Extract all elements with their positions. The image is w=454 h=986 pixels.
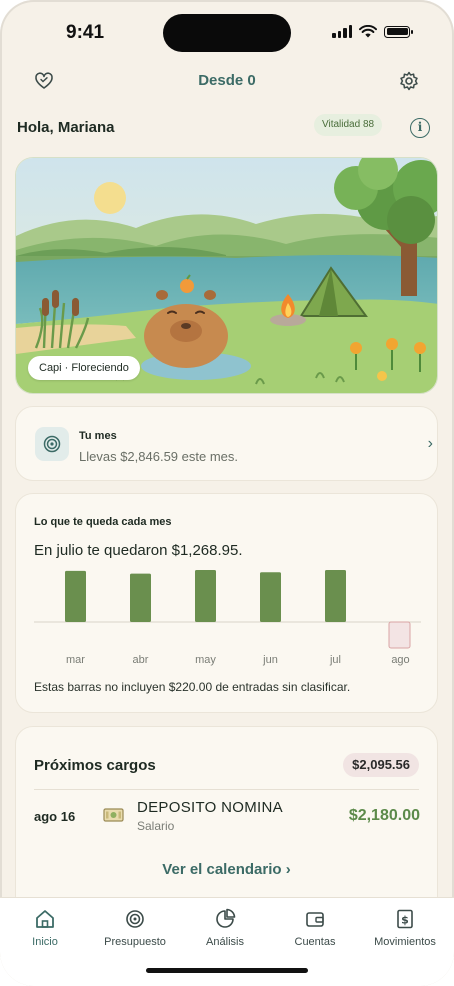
tab-label: Presupuesto [104,936,166,948]
tab-cuentas[interactable]: Cuentas [270,908,360,948]
chart-tick-label: mar [66,654,85,666]
chart-note: Estas barras no incluyen $220.00 de entr… [34,680,351,694]
chart-tick-label: jul [329,654,341,666]
tab-label: Movimientos [374,936,436,948]
top-nav: Desde 0 [0,66,454,96]
target-icon [35,427,69,461]
greeting-text: Hola, Mariana [17,119,115,136]
cash-icon [103,808,124,822]
phone-screen: 9:41 Desde 0 Hola, Mariana Vitalidad 88 … [0,0,454,986]
chart-bar-jun[interactable] [260,572,281,622]
chart-bar-may[interactable] [195,570,216,622]
leftover-chart-card: Lo que te queda cada mes En julio te que… [15,493,438,713]
month-title: Tu mes [79,430,117,442]
vitality-badge: Vitalidad 88 [314,114,383,136]
chart-summary: En julio te quedaron $1,268.95. [34,542,243,559]
tab-presupuesto[interactable]: Presupuesto [90,908,180,948]
status-bar: 9:41 [0,0,454,62]
chart-bar-abr[interactable] [130,573,151,622]
pie-chart-icon [216,908,236,928]
charges-total-badge: $2,095.56 [343,753,419,777]
chart-tick-label: abr [133,654,149,666]
chart-tick-label: ago [391,654,409,666]
status-icons [332,25,413,38]
charge-date: ago 16 [34,809,76,824]
tab-analisis[interactable]: Análisis [180,908,270,948]
status-time: 9:41 [66,22,105,43]
upcoming-charges-card: Próximos cargos $2,095.56 ago 16 DEPOSIT… [15,726,438,902]
view-calendar-link[interactable]: Ver el calendario › [16,861,437,878]
wallet-icon [306,912,324,927]
chart-bar-ago[interactable] [388,621,411,649]
bar-chart: mar abr may jun jul ago [34,570,421,666]
chart-bar-mar[interactable] [65,570,86,622]
svg-text:$: $ [401,914,409,927]
tab-label: Análisis [206,936,244,948]
battery-icon [384,25,413,38]
charge-amount: $2,180.00 [348,807,420,824]
chart-tick-label: jun [262,654,278,666]
tab-label: Inicio [32,936,58,948]
home-icon [36,910,54,928]
tab-label: Cuentas [294,936,336,948]
receipt-icon: $ [397,909,413,929]
tab-movimientos[interactable]: $ Movimientos [360,908,450,948]
home-indicator [146,968,308,973]
app-title: Desde 0 [198,72,256,89]
wifi-icon [359,25,377,38]
pet-status-tag: Capi · Floreciendo [28,356,140,380]
charges-title: Próximos cargos [34,757,156,774]
target-icon [126,910,144,928]
charge-category: Salario [137,819,175,833]
gear-icon[interactable] [398,70,420,92]
divider [34,789,419,790]
chevron-right-icon: › [427,435,433,452]
chart-bar-jul[interactable] [325,570,346,622]
tab-inicio[interactable]: Inicio [0,908,90,948]
info-icon[interactable]: i [410,118,430,138]
chart-tick-label: may [195,654,216,666]
dynamic-island [163,14,291,52]
charge-name: DEPOSITO NOMINA [137,799,283,816]
month-card[interactable]: Tu mes Llevas $2,846.59 este mes. › [15,406,438,481]
signal-icon [332,25,352,38]
month-subtitle: Llevas $2,846.59 este mes. [79,449,238,464]
chart-title: Lo que te queda cada mes [34,516,172,528]
